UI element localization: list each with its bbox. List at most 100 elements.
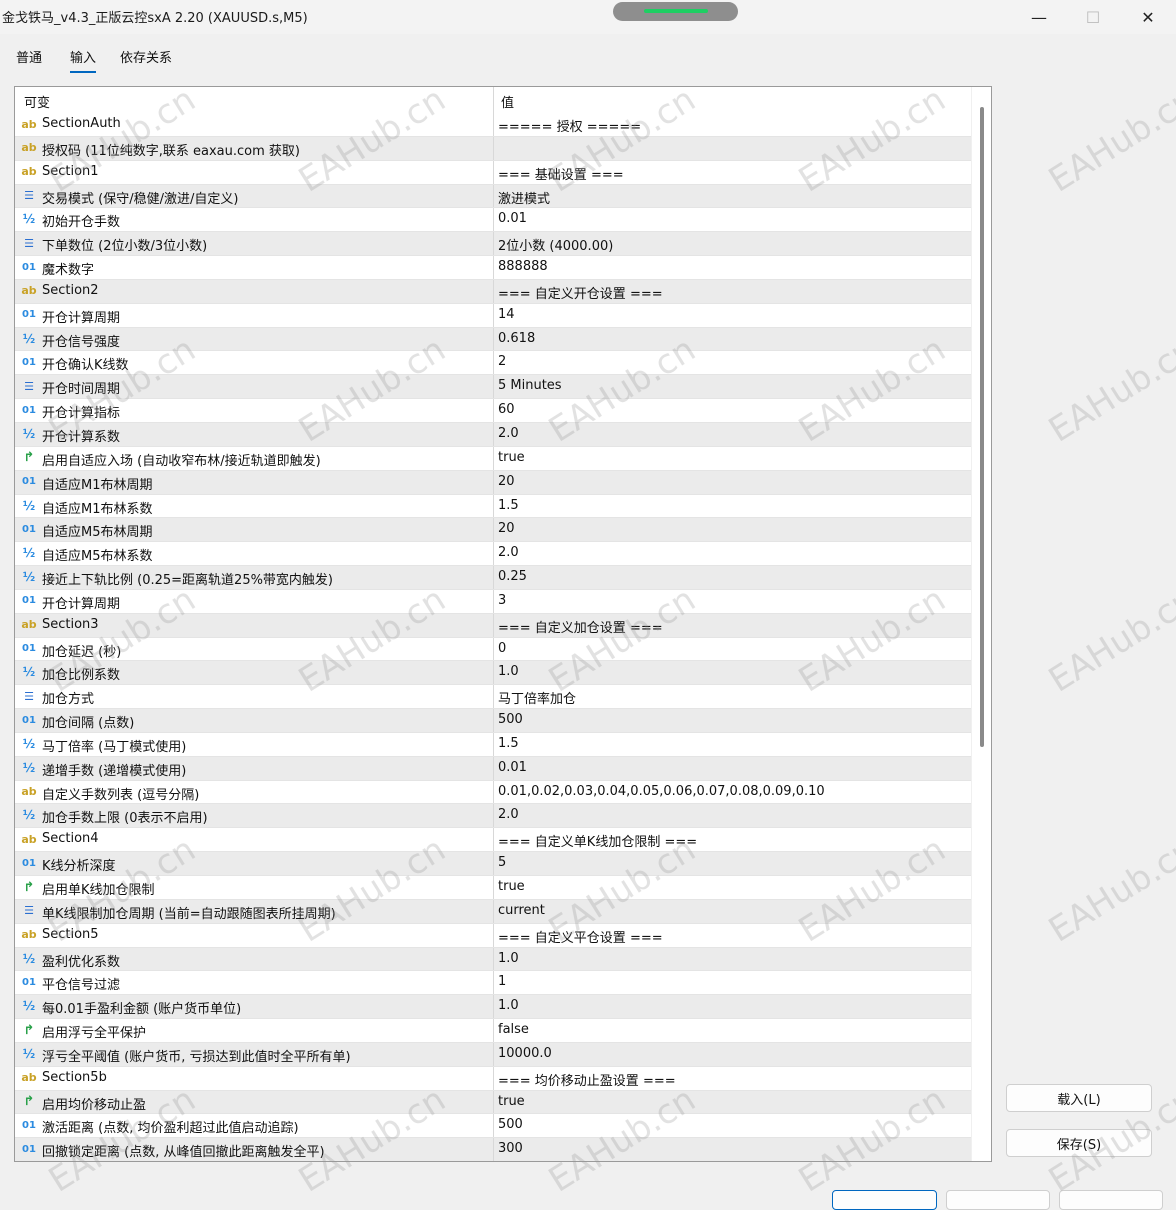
table-row[interactable]: ab Section2 === 自定义开仓设置 === (15, 279, 973, 304)
row-value[interactable]: === 自定义加仓设置 === (498, 617, 663, 636)
row-value[interactable]: 3 (498, 593, 506, 608)
row-value[interactable]: 激进模式 (498, 188, 550, 207)
row-value[interactable]: 0.25 (498, 569, 527, 584)
row-value[interactable]: 20 (498, 521, 515, 536)
row-value[interactable]: true (498, 879, 525, 894)
table-row[interactable]: ½ 自适应M1布林系数 1.5 (15, 494, 973, 519)
row-value[interactable]: === 均价移动止盈设置 === (498, 1070, 676, 1089)
row-value[interactable]: 1.5 (498, 736, 519, 751)
row-value[interactable]: === 自定义单K线加仓限制 === (498, 831, 697, 850)
row-value[interactable]: 0 (498, 641, 506, 656)
tab-dependencies[interactable]: 依存关系 (120, 47, 172, 66)
table-row[interactable]: ½ 开仓信号强度 0.618 (15, 327, 973, 352)
row-value[interactable]: 0.01 (498, 760, 527, 775)
row-value[interactable]: 2.0 (498, 545, 519, 560)
table-row[interactable]: ab SectionAuth ===== 授权 ===== (15, 113, 973, 137)
table-row[interactable]: ☰ 开仓时间周期 5 Minutes (15, 375, 973, 400)
row-value[interactable]: 20 (498, 474, 515, 489)
table-row[interactable]: ab Section1 === 基础设置 === (15, 160, 973, 185)
row-value[interactable]: current (498, 903, 545, 918)
row-value[interactable]: 2 (498, 354, 506, 369)
table-row[interactable]: 01 开仓确认K线数 2 (15, 351, 973, 376)
load-button[interactable]: 载入(L) (1006, 1084, 1152, 1112)
table-row[interactable]: ↱ 启用自适应入场 (自动收窄布林/接近轨道即触发) true (15, 446, 973, 471)
table-row[interactable]: 01 激活距离 (点数, 均价盈利超过此值启动追踪) 500 (15, 1114, 973, 1139)
snap-handle[interactable] (613, 2, 738, 21)
row-value[interactable]: 1.0 (498, 998, 519, 1013)
vertical-scrollbar[interactable] (971, 87, 991, 1161)
table-row[interactable]: ½ 盈利优化系数 1.0 (15, 947, 973, 972)
table-row[interactable]: 01 开仓计算周期 3 (15, 589, 973, 614)
row-value[interactable]: 60 (498, 402, 515, 417)
table-row[interactable]: 01 开仓计算周期 14 (15, 303, 973, 328)
header-variable[interactable]: 可变 (24, 92, 50, 111)
row-value[interactable]: 2位小数 (4000.00) (498, 235, 613, 254)
table-row[interactable]: ☰ 加仓方式 马丁倍率加仓 (15, 685, 973, 710)
table-row[interactable]: ab Section5b === 均价移动止盈设置 === (15, 1066, 973, 1091)
table-row[interactable]: 01 K线分析深度 5 (15, 852, 973, 876)
table-row[interactable]: ½ 马丁倍率 (马丁模式使用) 1.5 (15, 732, 973, 757)
row-value[interactable]: === 自定义开仓设置 === (498, 283, 663, 302)
table-row[interactable]: ½ 每0.01手盈利金额 (账户货币单位) 1.0 (15, 995, 973, 1020)
table-row[interactable]: 01 加仓间隔 (点数) 500 (15, 709, 973, 733)
close-button[interactable]: ✕ (1120, 0, 1176, 34)
row-value[interactable]: 500 (498, 712, 523, 727)
row-value[interactable]: false (498, 1022, 529, 1037)
row-value[interactable]: 10000.0 (498, 1046, 552, 1061)
tab-inputs[interactable]: 输入 (70, 47, 97, 73)
ok-button[interactable] (832, 1190, 937, 1210)
table-row[interactable]: ab Section4 === 自定义单K线加仓限制 === (15, 828, 973, 853)
minimize-button[interactable]: — (1011, 0, 1067, 34)
row-value[interactable]: 1.0 (498, 951, 519, 966)
table-row[interactable]: ab Section5 === 自定义平仓设置 === (15, 923, 973, 948)
table-row[interactable]: ↱ 启用均价移动止盈 true (15, 1090, 973, 1115)
table-row[interactable]: ½ 开仓计算系数 2.0 (15, 422, 973, 447)
table-row[interactable]: 01 加仓延迟 (秒) 0 (15, 637, 973, 662)
row-value[interactable]: 14 (498, 307, 515, 322)
cancel-button[interactable] (946, 1190, 1050, 1210)
table-row[interactable]: ab Section3 === 自定义加仓设置 === (15, 613, 973, 638)
table-row[interactable]: 01 自适应M1布林周期 20 (15, 470, 973, 495)
row-value[interactable]: true (498, 1094, 525, 1109)
table-row[interactable]: 01 平仓信号过滤 1 (15, 971, 973, 996)
row-value[interactable]: 0.01,0.02,0.03,0.04,0.05,0.06,0.07,0.08,… (498, 784, 825, 799)
table-row[interactable]: 01 开仓计算指标 60 (15, 399, 973, 423)
table-row[interactable]: ab 自定义手数列表 (逗号分隔) 0.01,0.02,0.03,0.04,0.05… (15, 780, 973, 805)
row-value[interactable]: === 基础设置 === (498, 164, 624, 183)
row-value[interactable]: 马丁倍率加仓 (498, 688, 576, 707)
table-row[interactable]: 01 回撤锁定距离 (点数, 从峰值回撤此距离触发全平) 300 (15, 1138, 973, 1161)
row-value[interactable]: 500 (498, 1117, 523, 1132)
table-row[interactable]: ½ 加仓比例系数 1.0 (15, 661, 973, 686)
row-value[interactable]: === 自定义平仓设置 === (498, 927, 663, 946)
row-value[interactable]: 300 (498, 1141, 523, 1156)
row-value[interactable]: 5 (498, 855, 506, 870)
table-row[interactable]: ½ 浮亏全平阈值 (账户货币, 亏损达到此值时全平所有单) 10000.0 (15, 1042, 973, 1067)
header-divider[interactable] (493, 87, 494, 113)
table-row[interactable]: ☰ 交易模式 (保守/稳健/激进/自定义) 激进模式 (15, 184, 973, 209)
row-value[interactable]: 2.0 (498, 807, 519, 822)
table-row[interactable]: ½ 加仓手数上限 (0表示不启用) 2.0 (15, 804, 973, 829)
row-value[interactable]: 5 Minutes (498, 378, 562, 393)
row-value[interactable]: true (498, 450, 525, 465)
table-row[interactable]: ½ 接近上下轨比例 (0.25=距离轨道25%带宽内触发) 0.25 (15, 566, 973, 590)
reset-button[interactable] (1059, 1190, 1163, 1210)
row-value[interactable]: 1.5 (498, 498, 519, 513)
row-value[interactable]: 888888 (498, 259, 548, 274)
row-value[interactable]: 2.0 (498, 426, 519, 441)
row-value[interactable]: 0.01 (498, 211, 527, 226)
row-value[interactable]: ===== 授权 ===== (498, 116, 641, 135)
table-row[interactable]: ½ 初始开仓手数 0.01 (15, 208, 973, 233)
table-row[interactable]: ½ 递增手数 (递增模式使用) 0.01 (15, 756, 973, 781)
row-value[interactable]: 0.618 (498, 331, 535, 346)
tab-general[interactable]: 普通 (16, 47, 42, 66)
table-row[interactable]: ↱ 启用单K线加仓限制 true (15, 876, 973, 900)
table-row[interactable]: ↱ 启用浮亏全平保护 false (15, 1019, 973, 1043)
save-button[interactable]: 保存(S) (1006, 1129, 1152, 1157)
table-row[interactable]: ☰ 单K线限制加仓周期 (当前=自动跟随图表所挂周期) current (15, 899, 973, 924)
header-value[interactable]: 值 (501, 92, 514, 111)
row-value[interactable]: 1.0 (498, 664, 519, 679)
row-value[interactable]: 1 (498, 974, 506, 989)
maximize-button[interactable]: ☐ (1065, 0, 1121, 34)
table-row[interactable]: 01 魔术数字 888888 (15, 256, 973, 280)
scrollbar-thumb[interactable] (980, 107, 984, 747)
